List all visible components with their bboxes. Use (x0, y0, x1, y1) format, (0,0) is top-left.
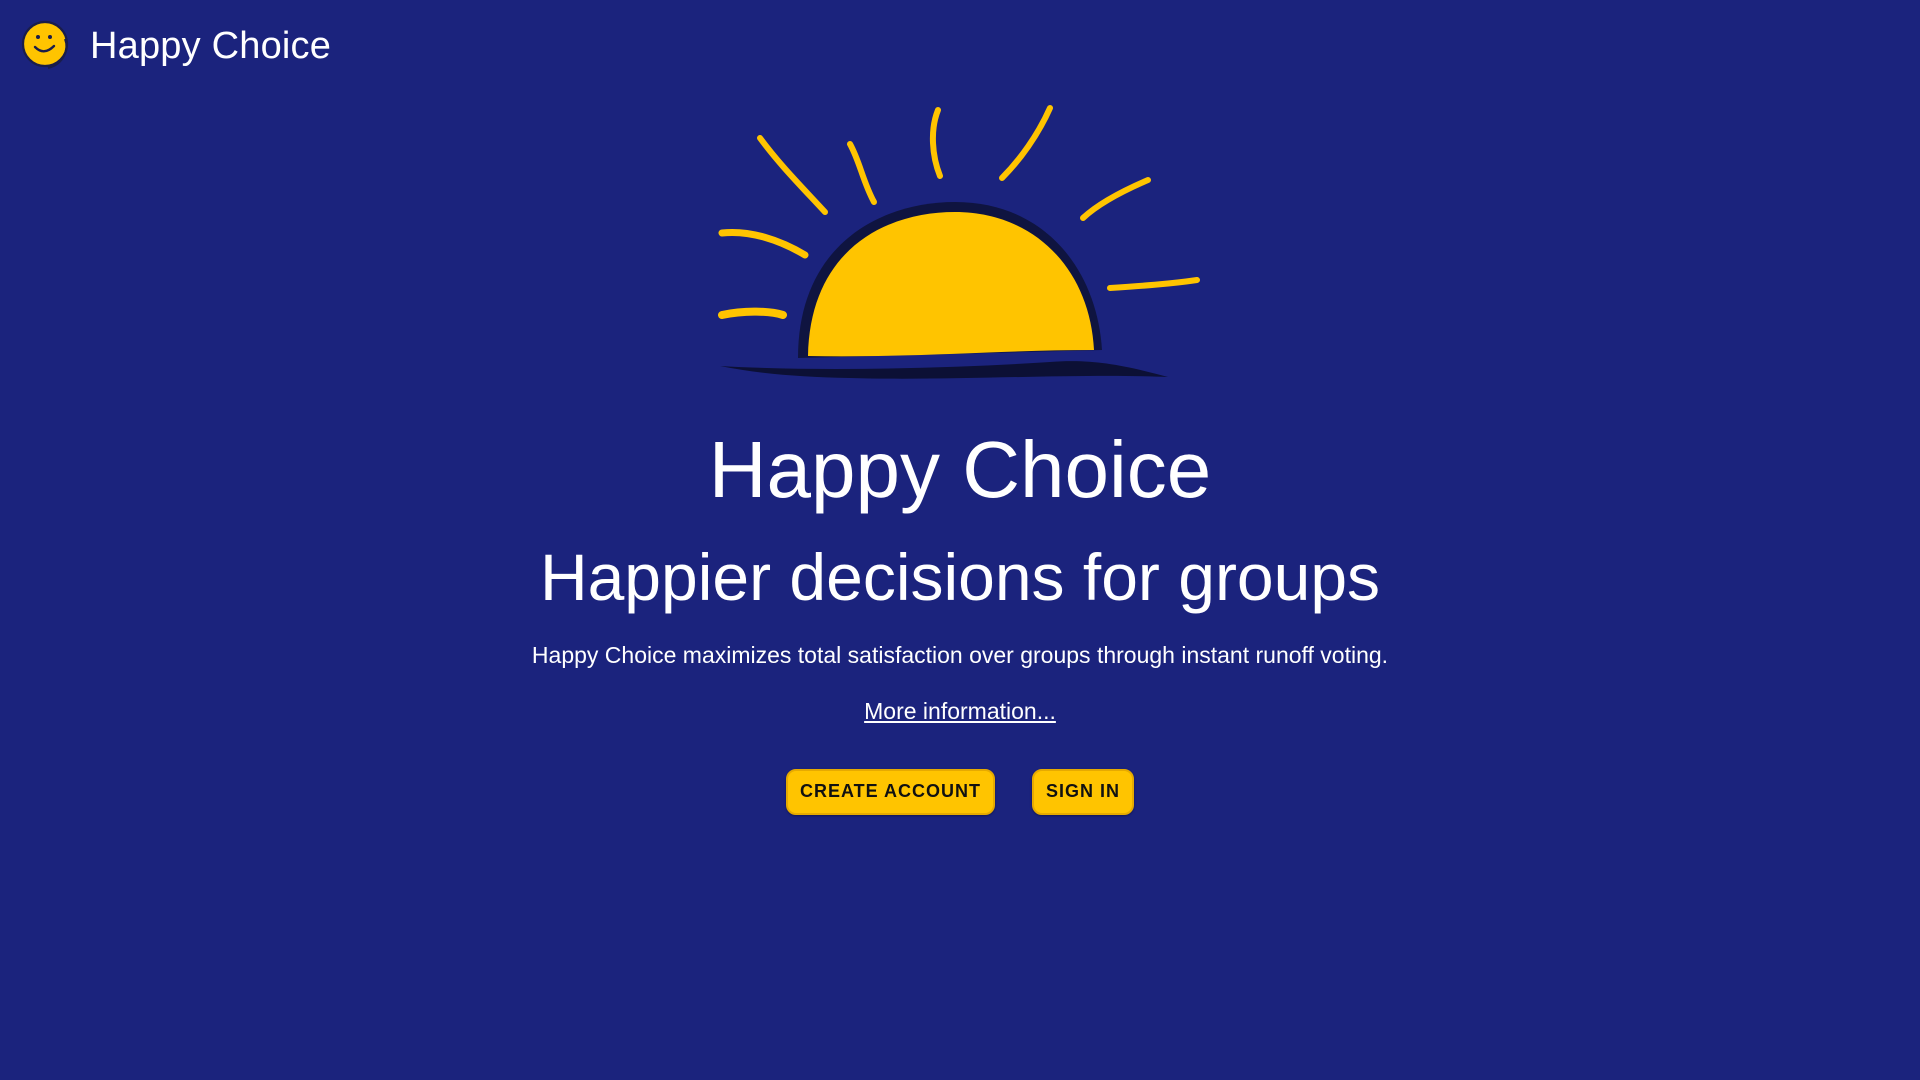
app-name[interactable]: Happy Choice (90, 27, 331, 65)
hero-description: Happy Choice maximizes total satisfactio… (531, 642, 1389, 668)
create-account-button[interactable]: CREATE ACCOUNT (785, 768, 995, 815)
hero-title: Happy Choice (708, 425, 1212, 514)
top-bar: Happy Choice (18, 18, 331, 74)
hero-subtitle: Happier decisions for groups (539, 540, 1381, 614)
auth-actions: CREATE ACCOUNT SIGN IN (0, 768, 1920, 815)
sign-in-button[interactable]: SIGN IN (1031, 768, 1134, 815)
hero-section: Happy Choice Happier decisions for group… (0, 100, 1920, 815)
more-information-link[interactable]: More information... (864, 698, 1056, 725)
rising-sun-icon (718, 105, 1200, 379)
smiley-face-icon[interactable] (18, 19, 72, 73)
